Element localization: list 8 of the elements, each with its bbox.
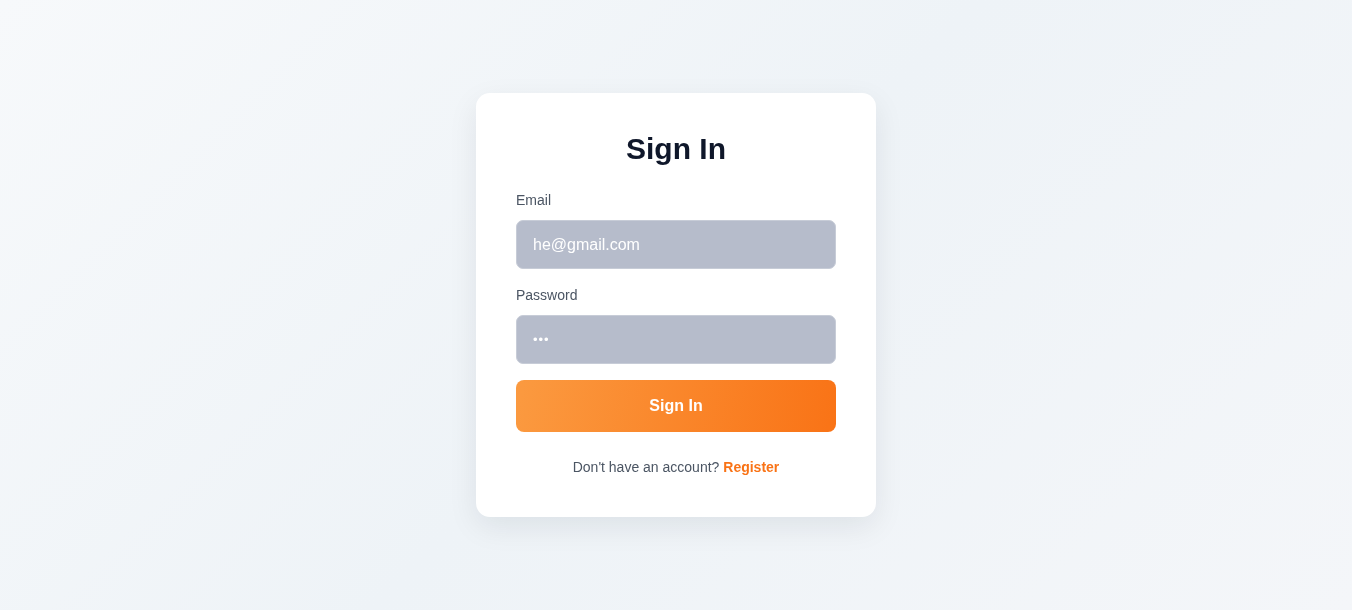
email-field[interactable]: he@gmail.com [516, 220, 836, 269]
sign-in-button[interactable]: Sign In [516, 380, 836, 432]
field-label: Email [516, 191, 551, 210]
register-prompt: Don't have an account? Register [572, 458, 780, 477]
card-title: Sign In [626, 131, 726, 167]
field-label: Password [516, 286, 578, 305]
password-field[interactable]: ••• [516, 315, 836, 364]
register-link[interactable]: Register [723, 459, 780, 475]
